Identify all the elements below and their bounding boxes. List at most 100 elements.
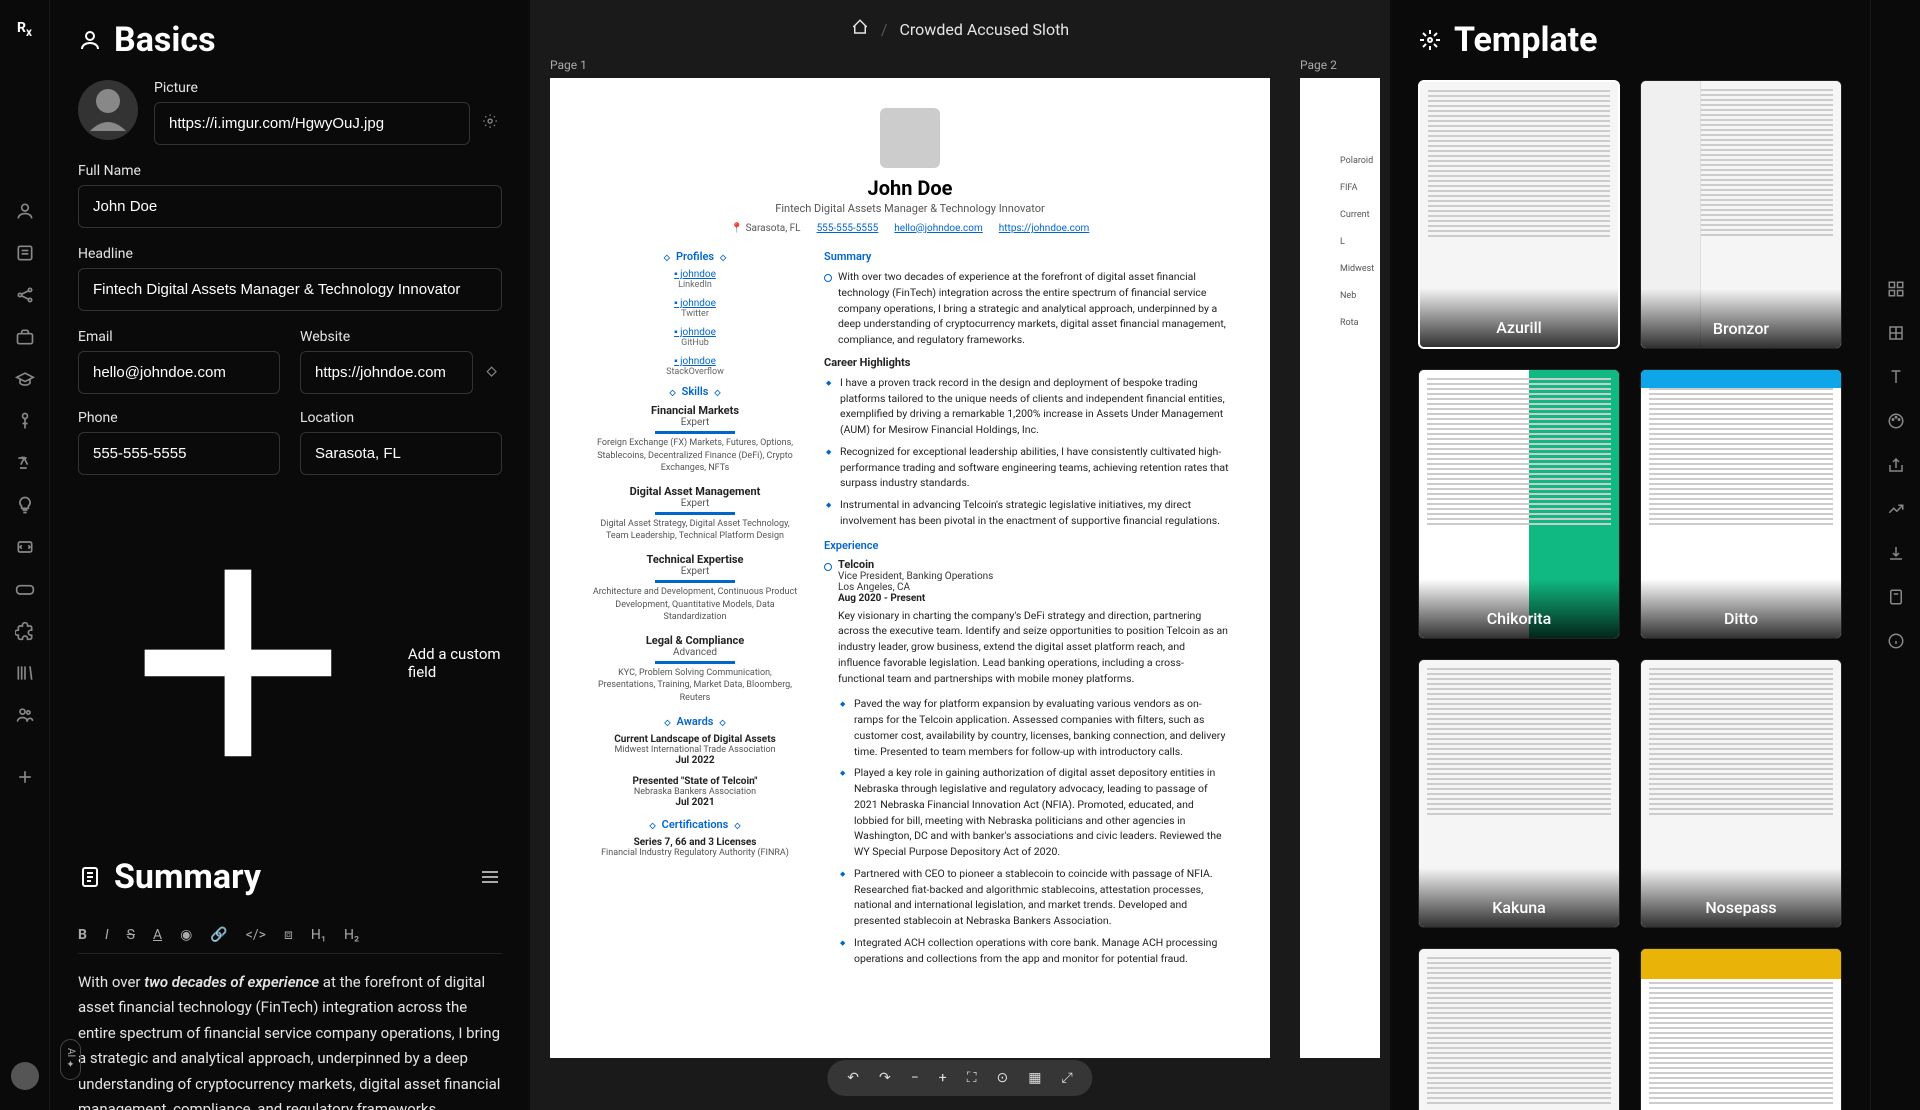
redo-icon[interactable]: ↷ — [879, 1070, 891, 1086]
summary-editor[interactable]: With over two decades of experience at t… — [78, 970, 502, 1110]
award-item: Current Landscape of Digital AssetsMidwe… — [590, 734, 800, 766]
zoom-in-icon[interactable]: + — [939, 1070, 947, 1086]
user-outline-icon — [78, 28, 102, 52]
resume-headline: Fintech Digital Assets Manager & Technol… — [590, 202, 1230, 215]
fullname-label: Full Name — [78, 163, 502, 179]
code-icon[interactable] — [15, 537, 35, 557]
language-icon[interactable] — [15, 453, 35, 473]
palette-icon[interactable] — [1887, 412, 1905, 430]
bold-button[interactable]: B — [78, 927, 87, 943]
game-icon[interactable] — [15, 579, 35, 599]
h2-button[interactable]: H₂ — [344, 927, 359, 943]
briefcase-icon[interactable] — [15, 327, 35, 347]
resume-page-2[interactable]: PolaroidFIFACurrent LMidwestNebRota — [1300, 78, 1380, 1058]
skills-heading: Skills — [590, 385, 800, 398]
template-name: Bronzor — [1641, 289, 1841, 348]
breadcrumb-title: Crowded Accused Sloth — [899, 20, 1069, 39]
link-button[interactable]: 🔗 — [210, 927, 227, 943]
location-input[interactable] — [300, 432, 502, 475]
template-name: Azurill — [1420, 288, 1618, 347]
profile-item: ▪ johndoeTwitter — [590, 298, 800, 319]
award-item: Presented "State of Telcoin"Nebraska Ban… — [590, 776, 800, 808]
note-icon[interactable] — [1887, 588, 1905, 606]
exp-bullet: Played a key role in gaining authorizati… — [854, 765, 1230, 860]
share-icon[interactable] — [15, 285, 35, 305]
layout-icon[interactable] — [1887, 280, 1905, 298]
zoom-fit-icon[interactable]: ⛶ — [967, 1070, 977, 1086]
skill-item: Technical ExpertiseExpertArchitecture an… — [590, 553, 800, 624]
summary-nav-icon[interactable] — [15, 243, 35, 263]
picture-settings-icon[interactable] — [478, 109, 502, 137]
template-card[interactable]: Bronzor — [1640, 80, 1842, 349]
italic-button[interactable]: I — [105, 927, 109, 943]
fit-icon[interactable]: ▦ — [1028, 1070, 1041, 1086]
headline-input[interactable] — [78, 268, 502, 311]
puzzle-icon[interactable] — [15, 621, 35, 641]
grid-icon[interactable] — [1887, 324, 1905, 342]
center-icon[interactable]: ⊙ — [997, 1070, 1009, 1086]
education-icon[interactable] — [15, 369, 35, 389]
fullname-input[interactable] — [78, 185, 502, 228]
add-custom-field-button[interactable]: Add a custom field — [78, 493, 502, 833]
code-button[interactable]: </> — [246, 927, 266, 943]
resume-name: John Doe — [590, 176, 1230, 200]
trend-icon[interactable] — [1887, 500, 1905, 518]
resume-page-1[interactable]: John Doe Fintech Digital Assets Manager … — [550, 78, 1270, 1058]
highlight-item: I have a proven track record in the desi… — [840, 375, 1230, 438]
template-section-header: Template — [1418, 20, 1842, 60]
user-avatar[interactable] — [11, 1062, 39, 1090]
template-card[interactable]: Azurill — [1418, 80, 1620, 349]
app-logo[interactable]: Rx — [17, 20, 32, 39]
user-icon[interactable] — [15, 201, 35, 221]
template-name: Chikorita — [1419, 579, 1619, 638]
fullscreen-icon[interactable]: ⤢ — [1062, 1070, 1073, 1086]
lightbulb-icon[interactable] — [15, 495, 35, 515]
download-icon[interactable] — [1887, 544, 1905, 562]
skill-item: Digital Asset ManagementExpertDigital As… — [590, 485, 800, 543]
add-custom-field-label: Add a custom field — [408, 645, 502, 681]
profiles-heading: Profiles — [590, 250, 800, 263]
share-icon[interactable] — [1887, 456, 1905, 474]
resume-avatar — [880, 108, 940, 168]
zoom-out-icon[interactable]: − — [911, 1070, 919, 1086]
template-title: Template — [1454, 20, 1598, 60]
users-icon[interactable] — [15, 705, 35, 725]
template-card[interactable] — [1418, 948, 1620, 1110]
resume-contact: 📍 Sarasota, FL 555-555-5555 hello@johndo… — [590, 223, 1230, 234]
h1-button[interactable]: H₁ — [311, 927, 326, 943]
template-card[interactable]: Chikorita — [1418, 369, 1620, 638]
highlight-item: Recognized for exceptional leadership ab… — [840, 444, 1230, 491]
text-icon[interactable] — [1887, 368, 1905, 386]
undo-icon[interactable]: ↶ — [847, 1070, 859, 1086]
website-input[interactable] — [300, 351, 473, 394]
preview-area: / Crowded Accused Sloth Page 1 John Doe … — [530, 0, 1390, 1110]
summary-section-header: Summary — [78, 857, 502, 897]
library-icon[interactable] — [15, 663, 35, 683]
cert-item: Series 7, 66 and 3 LicensesFinancial Ind… — [590, 837, 800, 858]
resume-career-heading: Career Highlights — [824, 356, 1230, 369]
underline-button[interactable]: A — [153, 927, 162, 943]
phone-input[interactable] — [78, 432, 280, 475]
template-card[interactable]: Ditto — [1640, 369, 1842, 638]
block-button[interactable]: ⧈ — [284, 927, 293, 943]
picture-url-input[interactable] — [154, 102, 470, 145]
template-card[interactable]: Nosepass — [1640, 659, 1842, 928]
template-card[interactable] — [1640, 948, 1842, 1110]
add-section-icon[interactable] — [15, 767, 35, 787]
strike-button[interactable]: S — [127, 927, 135, 943]
email-input[interactable] — [78, 351, 280, 394]
breadcrumb-separator: / — [881, 20, 888, 39]
website-tag-icon[interactable] — [481, 359, 502, 386]
template-name: Nosepass — [1641, 868, 1841, 927]
avatar-upload[interactable] — [78, 80, 138, 140]
email-label: Email — [78, 329, 280, 345]
highlight-button[interactable]: ◉ — [180, 927, 192, 943]
person-icon[interactable] — [15, 411, 35, 431]
template-icon — [1418, 28, 1442, 52]
experience-heading: Experience — [824, 539, 1230, 552]
info-icon[interactable] — [1887, 632, 1905, 650]
template-card[interactable]: Kakuna — [1418, 659, 1620, 928]
skill-item: Legal & ComplianceAdvancedKYC, Problem S… — [590, 634, 800, 705]
home-icon[interactable] — [851, 18, 869, 40]
menu-icon[interactable] — [478, 865, 502, 889]
